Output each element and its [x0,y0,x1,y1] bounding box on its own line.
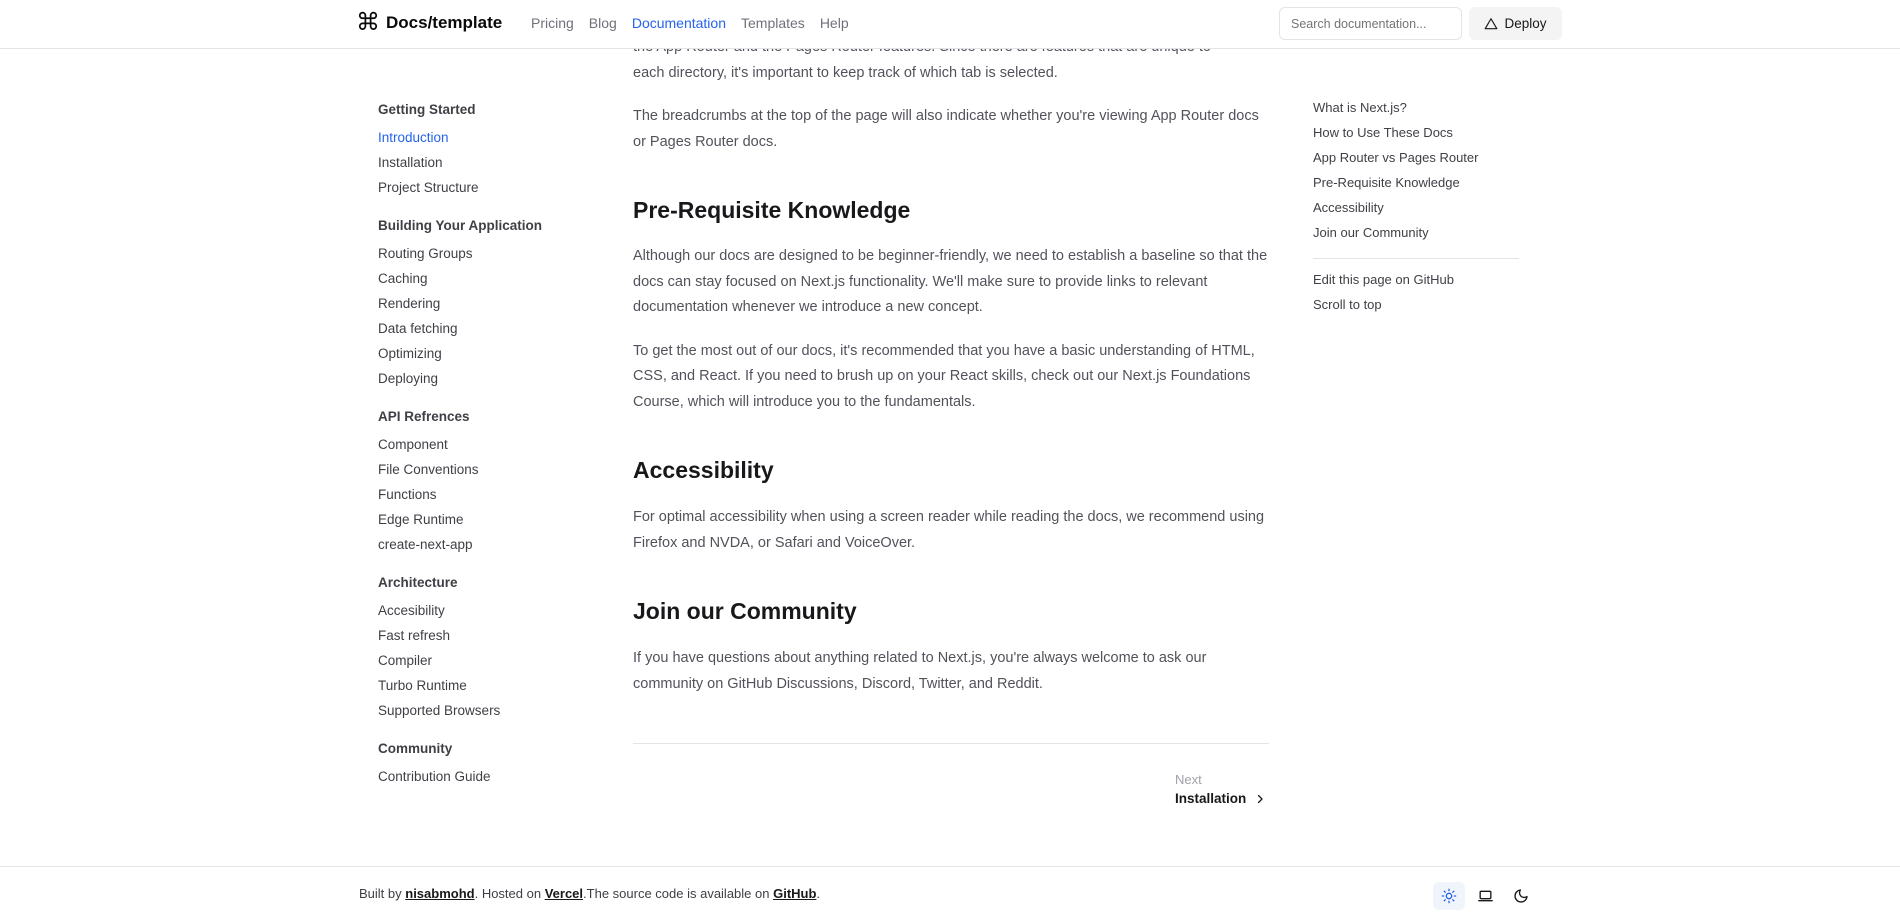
footer-text: Built by [359,886,406,901]
moon-icon [1514,889,1528,903]
sidebar-item-edge-runtime[interactable]: Edge Runtime [378,510,578,535]
sidebar-item-create-next-app[interactable]: create-next-app [378,535,578,560]
sidebar-group-community: Community Contribution Guide [378,739,578,792]
top-header: ⌘ Docs/template Pricing Blog Documentati… [0,0,1900,49]
footer-text: . [816,886,821,901]
sidebar-item-data-fetching[interactable]: Data fetching [378,319,578,344]
theme-switcher [1433,882,1537,910]
scroll-to-top-link[interactable]: Scroll to top [1313,295,1519,320]
footer-credits: Built by nisabmohd. Hosted on Vercel.The… [359,886,820,901]
toc-item[interactable]: How to Use These Docs [1313,123,1519,148]
next-page-link[interactable]: Next Installation [633,772,1269,806]
sidebar-item-supported-browsers[interactable]: Supported Browsers [378,701,578,726]
logo-link[interactable]: ⌘ Docs/template [356,9,503,36]
sidebar-heading: Community [378,741,453,756]
laptop-icon [1477,890,1493,902]
sidebar-item-optimizing[interactable]: Optimizing [378,344,578,369]
sidebar-item-compiler[interactable]: Compiler [378,651,578,676]
heading-community: Join our Community [633,598,857,624]
sidebar-group-building: Building Your Application Routing Groups… [378,216,578,394]
sidebar-item-deploying[interactable]: Deploying [378,369,578,394]
triangle-icon [1485,17,1498,29]
sidebar-item-contribution-guide[interactable]: Contribution Guide [378,767,578,792]
command-icon: ⌘ [356,9,380,36]
toc-divider [1313,258,1519,259]
sidebar-group-getting-started: Getting Started Introduction Installatio… [378,100,578,203]
chevron-right-icon [1258,794,1263,803]
paragraph: The breadcrumbs at the top of the page w… [633,108,1259,150]
main-content: the App Router and the Pages Router feat… [633,35,1269,806]
sidebar-item-routing-groups[interactable]: Routing Groups [378,244,578,269]
footer-text: . Hosted on [474,886,545,901]
nav-documentation[interactable]: Documentation [632,15,726,31]
author-link[interactable]: nisabmohd [405,886,474,901]
sidebar-item-rendering[interactable]: Rendering [378,294,578,319]
sidebar-item-component[interactable]: Component [378,435,578,460]
paragraph: Although our docs are designed to be beg… [633,248,1268,315]
sidebar-item-project-structure[interactable]: Project Structure [378,178,578,203]
nav-help[interactable]: Help [820,15,849,31]
sidebar-item-file-conventions[interactable]: File Conventions [378,460,578,485]
page-footer: Built by nisabmohd. Hosted on Vercel.The… [0,866,1900,918]
sidebar-heading: Architecture [378,575,458,590]
toc-item[interactable]: App Router vs Pages Router [1313,148,1519,173]
search-input[interactable] [1279,7,1462,40]
sidebar-heading: Getting Started [378,102,476,117]
light-theme-button[interactable] [1433,882,1465,910]
sidebar-nav: Getting Started Introduction Installatio… [378,100,578,805]
content-divider [633,743,1269,744]
sidebar-item-fast-refresh[interactable]: Fast refresh [378,626,578,651]
sun-icon [1441,888,1457,904]
sidebar-group-api: API Refrences Component File Conventions… [378,407,578,560]
toc-item[interactable]: What is Next.js? [1313,98,1519,123]
nav-templates[interactable]: Templates [741,15,805,31]
toc-item[interactable]: Pre-Requisite Knowledge [1313,173,1519,198]
deploy-button[interactable]: Deploy [1469,7,1562,40]
dark-theme-button[interactable] [1505,882,1537,910]
paragraph: If you have questions about anything rel… [633,650,1207,692]
nav-pricing[interactable]: Pricing [531,15,574,31]
toc-item[interactable]: Accessibility [1313,198,1519,223]
vercel-link[interactable]: Vercel [545,886,583,901]
heading-accessibility: Accessibility [633,457,774,483]
footer-text: .The source code is available on [583,886,774,901]
top-nav: Pricing Blog Documentation Templates Hel… [531,15,864,31]
next-label: Next [1175,772,1202,787]
nav-blog[interactable]: Blog [589,15,617,31]
sidebar-item-introduction[interactable]: Introduction [378,128,578,153]
paragraph: For optimal accessibility when using a s… [633,509,1265,551]
sidebar-item-installation[interactable]: Installation [378,153,578,178]
sidebar-item-functions[interactable]: Functions [378,485,578,510]
sidebar-heading: API Refrences [378,409,470,424]
github-link[interactable]: GitHub [773,886,816,901]
sidebar-group-architecture: Architecture Accesibility Fast refresh C… [378,573,578,726]
sidebar-item-caching[interactable]: Caching [378,269,578,294]
deploy-label: Deploy [1504,16,1547,31]
paragraph: To get the most out of our docs, it's re… [633,342,1255,410]
edit-on-github-link[interactable]: Edit this page on GitHub [1313,270,1519,295]
system-theme-button[interactable] [1469,882,1501,910]
table-of-contents: What is Next.js? How to Use These Docs A… [1313,98,1519,320]
toc-item[interactable]: Join our Community [1313,223,1519,248]
brand-name: Docs/template [386,13,503,32]
next-title: Installation [1175,791,1247,806]
sidebar-heading: Building Your Application [378,218,542,233]
heading-prerequisite: Pre-Requisite Knowledge [633,197,911,223]
sidebar-item-turbo-runtime[interactable]: Turbo Runtime [378,676,578,701]
paragraph: each directory, it's important to keep t… [633,64,1058,81]
sidebar-item-accesibility[interactable]: Accesibility [378,601,578,626]
